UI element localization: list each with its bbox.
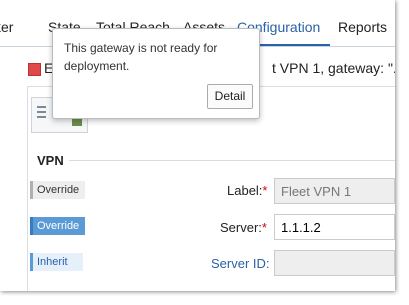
server-id-field-label: Server ID: [211, 256, 270, 271]
app-window: ker State Total Reach Assets Configurati… [0, 0, 395, 291]
section-title: VPN [37, 153, 64, 168]
section-divider [69, 160, 395, 161]
server-input[interactable]: 1.1.1.2 [274, 214, 395, 240]
document-icon [37, 106, 46, 122]
detail-button[interactable]: Detail [207, 84, 253, 109]
tab-reports[interactable]: Reports [338, 19, 387, 35]
title-text: t VPN 1, gateway: ". [272, 60, 395, 76]
server-field-label: Server:* [220, 220, 267, 235]
error-status-icon [28, 63, 41, 76]
popup-message: This gateway is not ready for deployment… [64, 41, 218, 73]
inherit-server-id-button[interactable]: Inherit [30, 253, 83, 271]
override-label-button[interactable]: Override [30, 181, 85, 199]
status-ok-icon [72, 118, 82, 126]
override-server-button[interactable]: Override [30, 217, 85, 235]
deployment-warning-popup: This gateway is not ready for deployment… [52, 28, 260, 119]
tab-tracker[interactable]: ker [0, 19, 13, 35]
server-id-input[interactable] [274, 250, 395, 276]
label-field-label: Label:* [227, 183, 268, 198]
label-input[interactable]: Fleet VPN 1 [274, 178, 395, 204]
